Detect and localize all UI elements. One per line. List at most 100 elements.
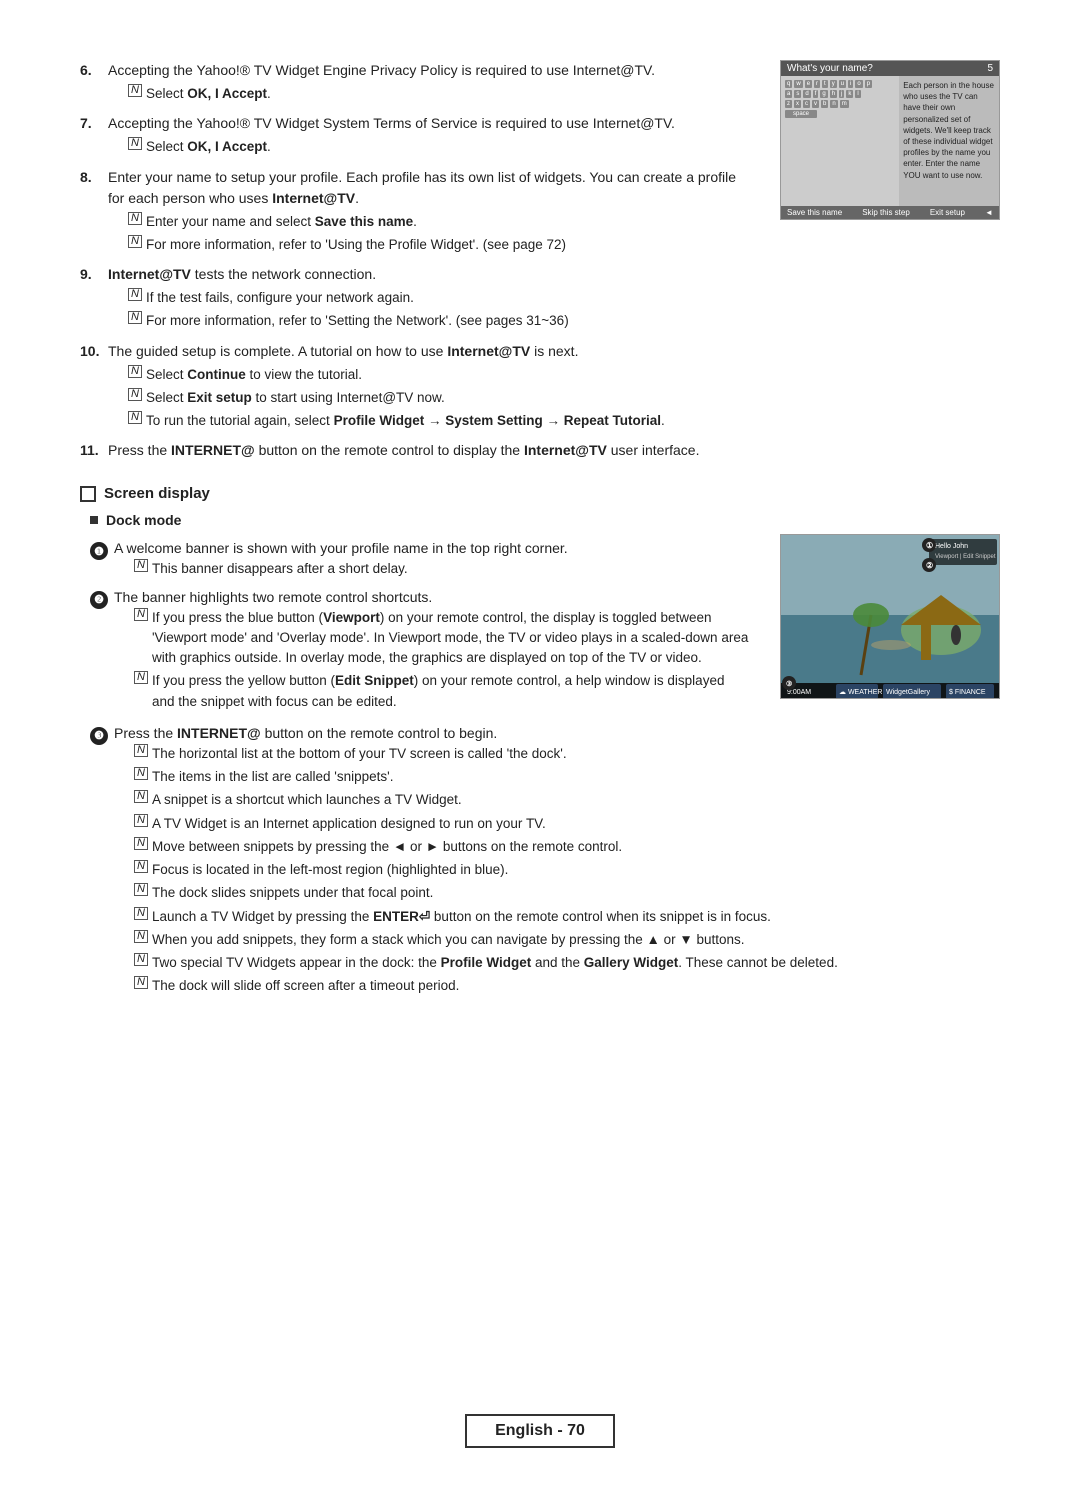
dock-item-2: ❷ The banner highlights two remote contr… bbox=[90, 589, 750, 715]
key: m bbox=[840, 100, 849, 108]
item-content: Internet@TV tests the network connection… bbox=[108, 264, 750, 335]
note-icon: N bbox=[128, 137, 142, 150]
key: space bbox=[785, 110, 817, 118]
sub-heading: Dock mode bbox=[90, 512, 1000, 528]
item-text: Accepting the Yahoo!® TV Widget Engine P… bbox=[108, 62, 655, 78]
sub-item: N When you add snippets, they form a sta… bbox=[134, 930, 1000, 950]
footer: English - 70 bbox=[0, 1414, 1080, 1448]
btn-save: Save this name bbox=[787, 208, 842, 217]
note-icon: N bbox=[128, 311, 142, 324]
note-icon: N bbox=[134, 837, 148, 850]
key: g bbox=[820, 90, 827, 98]
key: s bbox=[794, 90, 801, 98]
screenshot-buttons: Save this name Skip this step Exit setup… bbox=[781, 206, 999, 219]
footer-box: English - 70 bbox=[465, 1414, 615, 1448]
item-content: Press the INTERNET@ button on the remote… bbox=[108, 440, 750, 461]
key: w bbox=[794, 80, 802, 88]
screenshot-badge: 5 bbox=[987, 63, 993, 74]
key: v bbox=[812, 100, 819, 108]
dock-item-text: A welcome banner is shown with your prof… bbox=[114, 540, 568, 556]
note-icon: N bbox=[128, 235, 142, 248]
note-text: Enter your name and select Save this nam… bbox=[146, 212, 750, 232]
sub-item: N The dock slides snippets under that fo… bbox=[134, 883, 1000, 903]
key: c bbox=[803, 100, 810, 108]
item-text: Internet@TV tests the network connection… bbox=[108, 266, 376, 282]
sub-item: N If you press the yellow button (Edit S… bbox=[134, 671, 750, 712]
note-icon: N bbox=[134, 559, 148, 572]
sub-item: N If you press the blue button (Viewport… bbox=[134, 608, 750, 669]
note-icon: N bbox=[128, 84, 142, 97]
note-text: Move between snippets by pressing the ◄ … bbox=[152, 837, 1000, 857]
keyboard-row: z x c v b n m bbox=[785, 100, 895, 108]
circle-num-3: ❸ bbox=[90, 727, 108, 745]
note-icon: N bbox=[134, 976, 148, 989]
sub-item: N The horizontal list at the bottom of y… bbox=[134, 744, 1000, 764]
key: p bbox=[865, 80, 872, 88]
dock-sub-item: N This banner disappears after a short d… bbox=[114, 559, 750, 579]
screen-display-section: Screen display Dock mode ❶ A welcome ban… bbox=[80, 485, 1000, 999]
sub-item: N The items in the list are called 'snip… bbox=[134, 767, 1000, 787]
screen2-image: Hello John Viewport | Edit Snippet ① ② 9… bbox=[781, 535, 999, 698]
dock-item-text: Press the INTERNET@ button on the remote… bbox=[114, 725, 497, 741]
note-text: A TV Widget is an Internet application d… bbox=[152, 814, 1000, 834]
note-icon: N bbox=[134, 767, 148, 780]
main-content: 6. Accepting the Yahoo!® TV Widget Engin… bbox=[80, 60, 1000, 467]
note-text: If the test fails, configure your networ… bbox=[146, 288, 750, 308]
note-text: Focus is located in the left-most region… bbox=[152, 860, 1000, 880]
sub-item: N Two special TV Widgets appear in the d… bbox=[134, 953, 1000, 973]
list-item: 6. Accepting the Yahoo!® TV Widget Engin… bbox=[80, 60, 750, 107]
key: d bbox=[803, 90, 810, 98]
list-item: 8. Enter your name to setup your profile… bbox=[80, 167, 750, 259]
sub-item: N Select Continue to view the tutorial. bbox=[128, 365, 750, 385]
note-icon: N bbox=[128, 365, 142, 378]
svg-text:②: ② bbox=[926, 561, 933, 570]
section-title: Screen display bbox=[104, 485, 210, 502]
note-icon: N bbox=[134, 814, 148, 827]
note-text: The dock slides snippets under that foca… bbox=[152, 883, 1000, 903]
note-text: A snippet is a shortcut which launches a… bbox=[152, 790, 1000, 810]
left-column: 6. Accepting the Yahoo!® TV Widget Engin… bbox=[80, 60, 750, 467]
note-icon: N bbox=[128, 411, 142, 424]
dock-content: ❶ A welcome banner is shown with your pr… bbox=[80, 534, 1000, 719]
key: q bbox=[785, 80, 792, 88]
key: u bbox=[839, 80, 846, 88]
key: j bbox=[839, 90, 844, 98]
svg-text:Viewport | Edit Snippet: Viewport | Edit Snippet bbox=[935, 554, 996, 560]
key: f bbox=[813, 90, 819, 98]
circle-num-1: ❶ bbox=[90, 542, 108, 560]
keyboard-row: space bbox=[785, 110, 895, 118]
sub-item: N Select Exit setup to start using Inter… bbox=[128, 388, 750, 408]
note-icon: N bbox=[134, 671, 148, 684]
list-item: 11. Press the INTERNET@ button on the re… bbox=[80, 440, 750, 461]
note-icon: N bbox=[134, 744, 148, 757]
key: z bbox=[785, 100, 792, 108]
sub-item: N Launch a TV Widget by pressing the ENT… bbox=[134, 907, 1000, 927]
key: l bbox=[855, 90, 860, 98]
note-icon: N bbox=[134, 883, 148, 896]
sub-item: N For more information, refer to 'Using … bbox=[128, 235, 750, 255]
key: h bbox=[830, 90, 837, 98]
note-text: Select OK, I Accept. bbox=[146, 84, 750, 104]
note-icon: N bbox=[128, 388, 142, 401]
svg-text:③: ③ bbox=[786, 680, 792, 688]
item-number: 6. bbox=[80, 60, 108, 107]
sub-item: N The dock will slide off screen after a… bbox=[134, 976, 1000, 996]
dock-item-content: Press the INTERNET@ button on the remote… bbox=[114, 725, 1000, 1000]
sub-item: N To run the tutorial again, select Prof… bbox=[128, 411, 750, 431]
note-text: If you press the blue button (Viewport) … bbox=[152, 608, 750, 669]
keyboard-row: a s d f g h j k l bbox=[785, 90, 895, 98]
sub-item: N Move between snippets by pressing the … bbox=[134, 837, 1000, 857]
sub-item: N Select OK, I Accept. bbox=[128, 137, 750, 157]
sub-item: N A TV Widget is an Internet application… bbox=[134, 814, 1000, 834]
svg-text:WidgetGallery: WidgetGallery bbox=[886, 689, 930, 696]
key: a bbox=[785, 90, 792, 98]
key: y bbox=[830, 80, 837, 88]
note-text: Launch a TV Widget by pressing the ENTER… bbox=[152, 907, 1000, 927]
item-text: The guided setup is complete. A tutorial… bbox=[108, 343, 578, 359]
key: e bbox=[805, 80, 812, 88]
dock-right: Hello John Viewport | Edit Snippet ① ② 9… bbox=[780, 534, 1000, 699]
svg-text:①: ① bbox=[926, 541, 933, 550]
item-number: 9. bbox=[80, 264, 108, 335]
checkbox-icon bbox=[80, 486, 96, 502]
key: r bbox=[814, 80, 820, 88]
